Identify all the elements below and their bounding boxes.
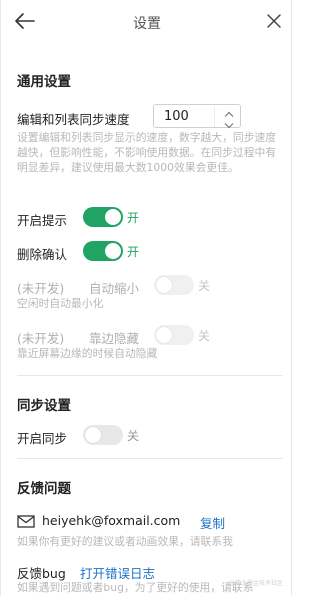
feedback-section-title: 反馈问题 bbox=[17, 481, 71, 497]
toggle-knob bbox=[105, 209, 121, 225]
auto-minimize-label: 自动缩小 bbox=[89, 281, 140, 296]
open-sync-toggle[interactable] bbox=[83, 425, 123, 445]
email-address: heiyehk@foxmail.com bbox=[42, 513, 181, 528]
section-divider bbox=[17, 375, 283, 376]
header: 设置 bbox=[1, 0, 293, 44]
open-tip-state: 开 bbox=[127, 211, 140, 225]
edge-hide-description: 靠近屏幕边缘的时候自动隐藏 bbox=[17, 347, 158, 360]
delete-confirm-label: 删除确认 bbox=[17, 247, 68, 262]
speed-value[interactable]: 100 bbox=[164, 109, 189, 124]
auto-minimize-toggle[interactable] bbox=[154, 275, 194, 295]
edge-hide-toggle[interactable] bbox=[154, 325, 194, 345]
auto-minimize-description: 空闲时自动最小化 bbox=[17, 297, 104, 310]
email-description: 如果你有更好的建议或者动画效果，请联系我 bbox=[17, 535, 233, 548]
edge-hide-prefix: (未开发) bbox=[17, 331, 65, 346]
general-section-title: 通用设置 bbox=[17, 74, 71, 90]
stepper-divider bbox=[214, 107, 215, 127]
toggle-knob bbox=[105, 243, 121, 259]
close-button[interactable] bbox=[263, 10, 285, 32]
toggle-knob bbox=[85, 427, 101, 443]
stepper-increment-button[interactable] bbox=[218, 105, 240, 117]
close-icon bbox=[267, 14, 281, 28]
sync-section-title: 同步设置 bbox=[17, 398, 71, 414]
speed-label: 编辑和列表同步速度 bbox=[17, 112, 130, 127]
open-tip-label: 开启提示 bbox=[17, 213, 68, 228]
delete-confirm-state: 开 bbox=[127, 245, 140, 259]
auto-minimize-state: 关 bbox=[198, 279, 211, 293]
page-title: 设置 bbox=[133, 16, 161, 32]
delete-confirm-toggle[interactable] bbox=[83, 241, 123, 261]
watermark: @稀土掘金技术社区 bbox=[229, 580, 284, 587]
toggle-knob bbox=[156, 327, 172, 343]
toggle-knob bbox=[156, 277, 172, 293]
auto-minimize-prefix: (未开发) bbox=[17, 281, 65, 296]
open-sync-state: 关 bbox=[127, 429, 140, 443]
stepper-decrement-button[interactable] bbox=[218, 116, 240, 129]
speed-stepper[interactable]: 100 bbox=[153, 104, 241, 129]
open-tip-toggle[interactable] bbox=[83, 207, 123, 227]
edge-hide-label: 靠边隐藏 bbox=[89, 331, 140, 346]
section-divider bbox=[17, 458, 283, 459]
open-sync-label: 开启同步 bbox=[17, 431, 68, 446]
edge-hide-state: 关 bbox=[198, 329, 211, 343]
copy-email-link[interactable]: 复制 bbox=[200, 513, 225, 532]
mail-icon bbox=[17, 515, 35, 528]
speed-description: 设置编辑和列表同步显示的速度，数字越大，同步速度越快，但影响性能，不影响使用数据… bbox=[17, 131, 277, 174]
settings-panel: 设置 通用设置 编辑和列表同步速度 100 设置编辑和列表同步显示的速度，数字越… bbox=[0, 0, 292, 596]
